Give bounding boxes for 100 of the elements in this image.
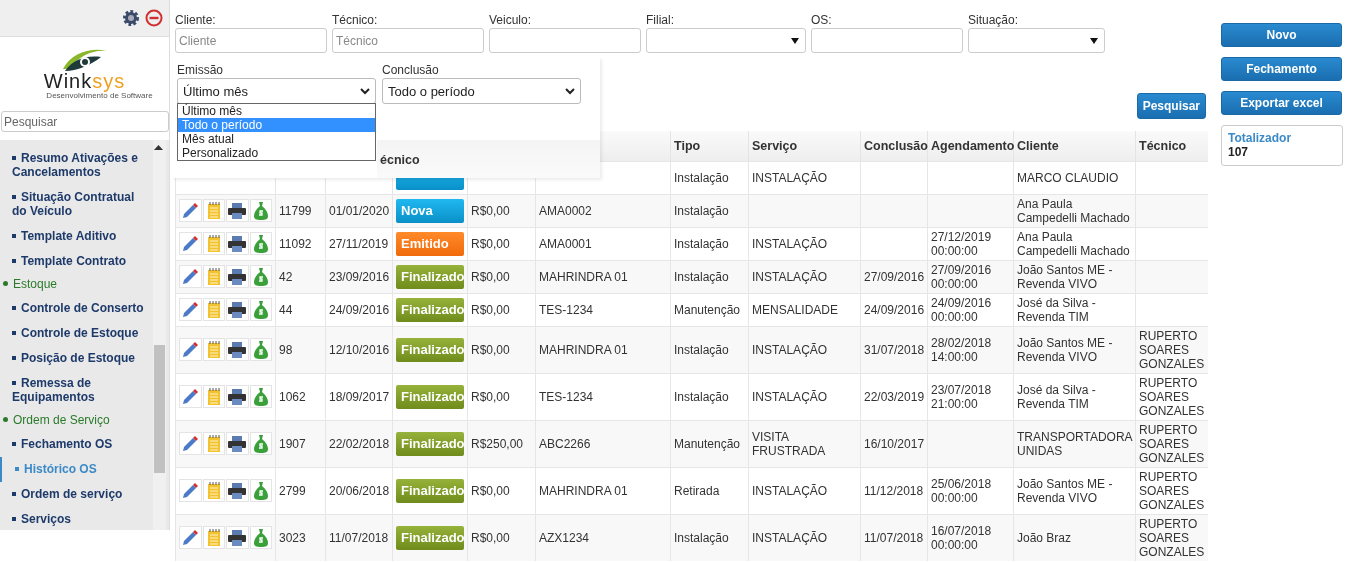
money-bag-icon — [253, 387, 268, 406]
table-cell: 11/07/2018 — [329, 530, 389, 545]
table-cell: 28/02/2018 14:00:00 — [931, 335, 992, 364]
menu-item[interactable]: Ordem de serviço — [0, 482, 153, 507]
table-cell: 1907 — [279, 436, 306, 451]
table-cell: INSTALAÇÃO — [752, 170, 828, 185]
table-cell: 42 — [279, 269, 293, 284]
menu-item[interactable]: Serviços — [0, 507, 153, 530]
table-cell: Instalação — [674, 236, 729, 251]
table-cell: R$0,00 — [471, 483, 510, 498]
table-cell: R$0,00 — [471, 203, 510, 218]
table-cell: Retirada — [674, 483, 720, 498]
action-button[interactable]: Exportar excel — [1221, 91, 1342, 115]
notepad-icon — [206, 387, 221, 406]
edit-button[interactable] — [179, 432, 202, 455]
printer-icon — [228, 482, 247, 499]
search-field[interactable]: Pesquisar — [1, 111, 169, 132]
menu-item[interactable]: Resumo Ativações e Cancelamentos — [0, 146, 153, 185]
print-button[interactable] — [226, 232, 249, 255]
menu-item[interactable]: Controle de Conserto — [0, 296, 153, 321]
table-cell: 20/06/2018 — [329, 483, 390, 498]
menu-item[interactable]: Situação Contratual do Veículo — [0, 185, 153, 224]
edit-button[interactable] — [179, 232, 202, 255]
table-cell: João Santos ME - Revenda VIVO — [1017, 476, 1113, 505]
scroll-up-icon[interactable] — [153, 144, 164, 152]
menu-item[interactable]: Template Contrato — [0, 249, 153, 274]
table-cell: INSTALAÇÃO — [752, 269, 828, 284]
menu-item[interactable]: Template Aditivo — [0, 224, 153, 249]
table-cell: ABC2266 — [539, 436, 591, 451]
pencil-icon — [181, 340, 200, 359]
status-badge: Finalizado — [396, 431, 464, 456]
table-cell: Ana Paula Campedelli Machado — [1017, 196, 1130, 225]
edit-button[interactable] — [179, 265, 202, 288]
table-cell: 2799 — [279, 483, 306, 498]
caret-icon — [360, 87, 370, 95]
table-cell: 16/10/2017 — [864, 436, 925, 451]
status-badge: Finalizado — [396, 525, 464, 550]
table-cell: Manutenção — [674, 302, 741, 317]
table-cell: 24/09/2016 00:00:00 — [931, 295, 992, 324]
table-cell: 22/02/2018 — [329, 436, 390, 451]
table-cell: Instalação — [674, 530, 729, 545]
notepad-icon — [206, 434, 221, 453]
print-button[interactable] — [226, 526, 249, 549]
menu-item[interactable]: Remessa de Equipamentos — [0, 371, 153, 410]
menu-item[interactable]: Posição de Estoque — [0, 346, 153, 371]
edit-button[interactable] — [179, 526, 202, 549]
print-button[interactable] — [226, 338, 249, 361]
caret-icon — [791, 37, 799, 44]
settings-icon[interactable] — [122, 9, 140, 27]
table-cell: MAHRINDRA 01 — [539, 342, 628, 357]
input-field[interactable] — [489, 28, 641, 53]
menu-group[interactable]: Estoque — [0, 274, 153, 296]
print-button[interactable] — [226, 479, 249, 502]
edit-button[interactable] — [179, 298, 202, 321]
notepad-icon — [206, 234, 221, 253]
table-cell: VISITA FRUSTRADA — [752, 429, 826, 458]
table-cell: R$0,00 — [471, 530, 510, 545]
select-field[interactable] — [968, 28, 1105, 53]
print-button[interactable] — [226, 199, 249, 222]
table-cell: Instalação — [674, 389, 729, 404]
table-cell: INSTALAÇÃO — [752, 342, 828, 357]
field-label: OS: — [811, 13, 833, 27]
print-button[interactable] — [226, 265, 249, 288]
action-button[interactable]: Novo — [1221, 23, 1342, 47]
pencil-icon — [181, 300, 200, 319]
scrollbar[interactable] — [153, 140, 166, 530]
table-cell: José da Silva - Revenda TIM — [1017, 295, 1096, 324]
print-button[interactable] — [226, 432, 249, 455]
printer-icon — [228, 301, 247, 318]
edit-button[interactable] — [179, 338, 202, 361]
table-cell: TES-1234 — [539, 302, 594, 317]
remove-icon[interactable] — [145, 9, 163, 27]
edit-button[interactable] — [179, 385, 202, 408]
edit-button[interactable] — [179, 479, 202, 502]
search-button[interactable]: Pesquisar — [1136, 93, 1206, 119]
field-label: Técnico: — [332, 13, 379, 27]
table-cell: 31/07/2018 — [864, 342, 925, 357]
notepad-icon — [206, 340, 221, 359]
table-cell: AMA0001 — [539, 236, 592, 251]
action-button[interactable]: Fechamento — [1221, 57, 1342, 81]
notepad-icon — [206, 481, 221, 500]
table-cell: INSTALAÇÃO — [752, 236, 828, 251]
notepad-icon — [206, 267, 221, 286]
select-field[interactable] — [646, 28, 806, 53]
logo-tagline: Desenvolvimento de Software — [46, 91, 153, 100]
input-field[interactable]: Técnico — [332, 28, 484, 53]
pencil-icon — [181, 234, 200, 253]
select-field[interactable]: Todo o período — [382, 78, 581, 104]
input-field[interactable]: Cliente — [175, 28, 327, 53]
table-cell: INSTALAÇÃO — [752, 530, 828, 545]
input-field[interactable] — [811, 28, 963, 53]
table-cell: 11092 — [279, 236, 312, 251]
print-button[interactable] — [226, 385, 249, 408]
menu-group[interactable]: Ordem de Serviço — [0, 410, 153, 432]
field-label: Conclusão — [382, 63, 440, 77]
table-cell: 12/10/2016 — [329, 342, 390, 357]
menu-item[interactable]: Controle de Estoque — [0, 321, 153, 346]
print-button[interactable] — [226, 298, 249, 321]
menu-item[interactable]: Fechamento OS — [0, 432, 153, 457]
edit-button[interactable] — [179, 199, 202, 222]
